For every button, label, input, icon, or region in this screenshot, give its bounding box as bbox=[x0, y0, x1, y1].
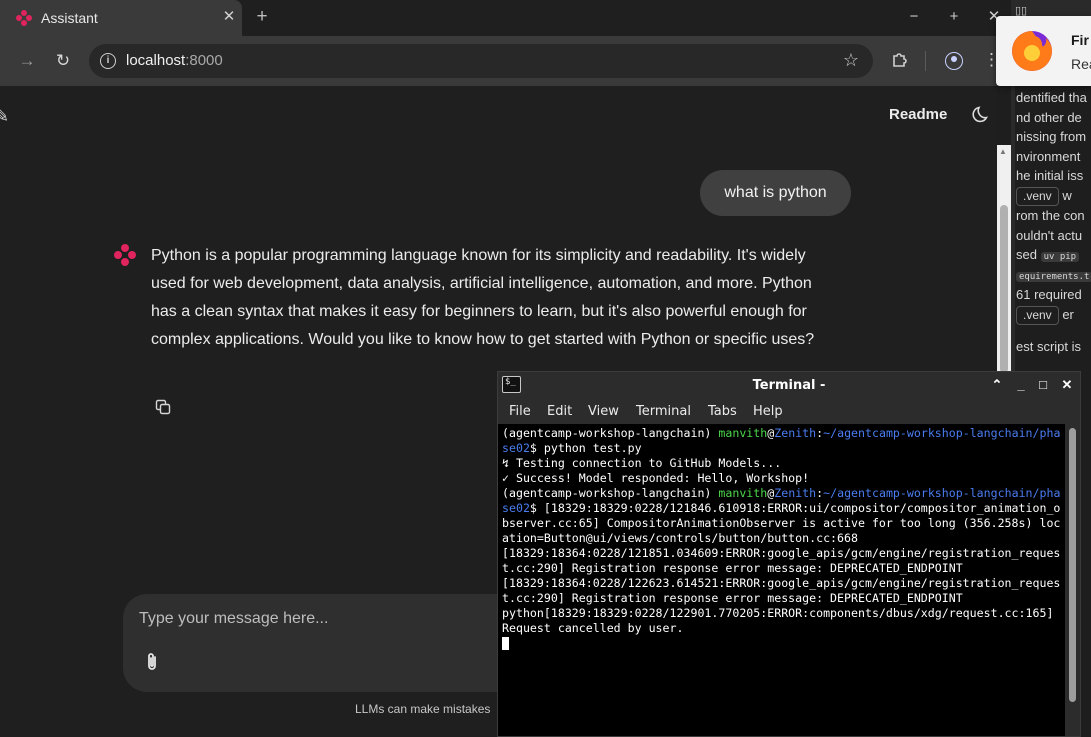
paperclip-attach-icon[interactable] bbox=[143, 651, 161, 673]
doc-line: nd other de bbox=[1016, 110, 1082, 125]
doc-line: nissing from bbox=[1016, 129, 1087, 144]
message-input[interactable] bbox=[139, 606, 499, 632]
doc-line: nvironment bbox=[1016, 149, 1081, 164]
terminal-close-icon[interactable]: ✕ bbox=[1058, 376, 1076, 394]
terminal-collapse-icon[interactable]: ⌃ bbox=[988, 376, 1006, 394]
browser-toolbar: → ↻ i localhost:8000 ☆ ⋮ bbox=[0, 36, 1000, 86]
terminal-line: ✓ Success! Model responded: Hello, Works… bbox=[502, 471, 810, 485]
disclaimer-text: LLMs can make mistakes bbox=[355, 702, 491, 716]
readme-link[interactable]: Readme bbox=[889, 106, 947, 123]
url-text[interactable]: localhost:8000 bbox=[126, 52, 223, 69]
terminal-line: ↯ Testing connection to GitHub Models... bbox=[502, 456, 782, 470]
doc-line: .venv er bbox=[1016, 306, 1074, 325]
toolbar-divider bbox=[925, 51, 926, 71]
forward-arrow-icon[interactable]: → bbox=[16, 50, 38, 72]
profile-icon[interactable] bbox=[945, 52, 963, 70]
terminal-titlebar[interactable]: $_ Terminal - ⌃ _ □ ✕ bbox=[498, 372, 1080, 400]
doc-line: .venv w bbox=[1016, 187, 1072, 206]
reload-icon[interactable]: ↻ bbox=[52, 50, 74, 72]
dark-mode-moon-icon[interactable] bbox=[972, 104, 992, 124]
tab-assistant[interactable]: Assistant ✕ bbox=[0, 0, 242, 36]
menu-edit[interactable]: Edit bbox=[547, 404, 572, 419]
assistant-message: Python is a popular programming language… bbox=[151, 247, 815, 348]
menu-view[interactable]: View bbox=[588, 404, 619, 419]
doc-line: est script is bbox=[1016, 339, 1082, 354]
doc-line: rom the con bbox=[1016, 208, 1085, 223]
terminal-line: se02$ [18329:18329:0228/121846.610918:ER… bbox=[502, 501, 1061, 515]
doc-fragment: w bbox=[1062, 188, 1072, 203]
doc-fragment: sed bbox=[1016, 247, 1037, 262]
firefox-logo-icon bbox=[1012, 31, 1052, 71]
terminal-line: Request cancelled by user. bbox=[502, 621, 684, 635]
terminal-scrollbar[interactable] bbox=[1065, 424, 1080, 736]
copy-icon[interactable] bbox=[155, 399, 171, 415]
site-info-icon[interactable]: i bbox=[100, 53, 116, 69]
terminal-cursor bbox=[502, 637, 509, 650]
user-message-bubble: what is python bbox=[700, 170, 851, 216]
terminal-line: (agentcamp-workshop-langchain) manvith@Z… bbox=[502, 486, 1061, 500]
venv-chip: .venv bbox=[1016, 187, 1059, 206]
terminal-line: t.cc:290] Registration response error me… bbox=[502, 591, 963, 605]
bookmark-star-icon[interactable]: ☆ bbox=[843, 50, 859, 71]
menu-terminal[interactable]: Terminal bbox=[636, 404, 691, 419]
doc-line: sed uv pip bbox=[1016, 247, 1080, 262]
extensions-icon[interactable] bbox=[890, 50, 910, 70]
doc-fragment: er bbox=[1062, 307, 1074, 322]
terminal-line: ation=Button@ui/views/controls/button/bu… bbox=[502, 531, 858, 545]
notification-body: Rea bbox=[1071, 56, 1091, 72]
window-minimize-button[interactable]: − bbox=[902, 6, 926, 28]
venv-chip: .venv bbox=[1016, 306, 1059, 325]
tab-close-icon[interactable]: ✕ bbox=[220, 8, 238, 26]
terminal-window: $_ Terminal - ⌃ _ □ ✕ File Edit View Ter… bbox=[497, 371, 1081, 737]
doc-line: dentified tha bbox=[1016, 90, 1087, 105]
terminal-line: [18329:18364:0228/121851.034609:ERROR:go… bbox=[502, 546, 1061, 560]
uv-pip-code: uv pip bbox=[1040, 252, 1080, 262]
doc-line: he initial iss bbox=[1016, 168, 1084, 183]
menu-help[interactable]: Help bbox=[753, 404, 783, 419]
url-host: localhost bbox=[126, 52, 186, 69]
firefox-notification[interactable]: Fir Rea bbox=[996, 16, 1091, 86]
terminal-cursor-line bbox=[502, 636, 1065, 651]
window-maximize-button[interactable]: + bbox=[942, 6, 966, 28]
assistant-avatar-icon bbox=[114, 244, 136, 266]
app-logo-icon bbox=[16, 10, 32, 26]
terminal-line: python[18329:18329:0228/122901.770205:ER… bbox=[502, 606, 1054, 620]
terminal-line: t.cc:290] Registration response error me… bbox=[502, 561, 963, 575]
tab-title: Assistant bbox=[41, 10, 98, 26]
address-bar[interactable]: i localhost:8000 ☆ bbox=[89, 44, 873, 78]
terminal-line: [18329:18364:0228/122623.614521:ERROR:go… bbox=[502, 576, 1061, 590]
menu-file[interactable]: File bbox=[509, 404, 531, 419]
menu-tabs[interactable]: Tabs bbox=[708, 404, 737, 419]
requirements-code: equirements.t bbox=[1016, 272, 1091, 282]
tab-strip: Assistant ✕ + − + ✕ bbox=[0, 0, 1000, 36]
terminal-maximize-icon[interactable]: □ bbox=[1034, 376, 1052, 394]
doc-line: equirements.t bbox=[1016, 267, 1091, 282]
new-chat-edit-icon[interactable]: ✎ bbox=[0, 106, 9, 127]
page-scrollbar-thumb[interactable] bbox=[1000, 205, 1008, 373]
doc-line: 61 required bbox=[1016, 287, 1082, 302]
new-tab-button[interactable]: + bbox=[252, 7, 272, 27]
doc-line: ouldn't actu bbox=[1016, 228, 1083, 243]
notification-title: Fir bbox=[1071, 32, 1089, 48]
url-port: :8000 bbox=[185, 52, 223, 69]
terminal-line: bserver.cc:65] CompositorAnimationObserv… bbox=[502, 516, 1061, 530]
terminal-line: (agentcamp-workshop-langchain) manvith@Z… bbox=[502, 426, 1061, 440]
terminal-menubar: File Edit View Terminal Tabs Help bbox=[498, 400, 1080, 424]
message-composer bbox=[123, 594, 523, 692]
terminal-output[interactable]: (agentcamp-workshop-langchain) manvith@Z… bbox=[498, 424, 1065, 736]
terminal-minimize-icon[interactable]: _ bbox=[1012, 376, 1030, 394]
terminal-line: se02$ python test.py bbox=[502, 441, 642, 455]
scroll-up-arrow-icon[interactable]: ▲ bbox=[999, 147, 1007, 156]
terminal-scrollbar-thumb[interactable] bbox=[1069, 428, 1076, 702]
